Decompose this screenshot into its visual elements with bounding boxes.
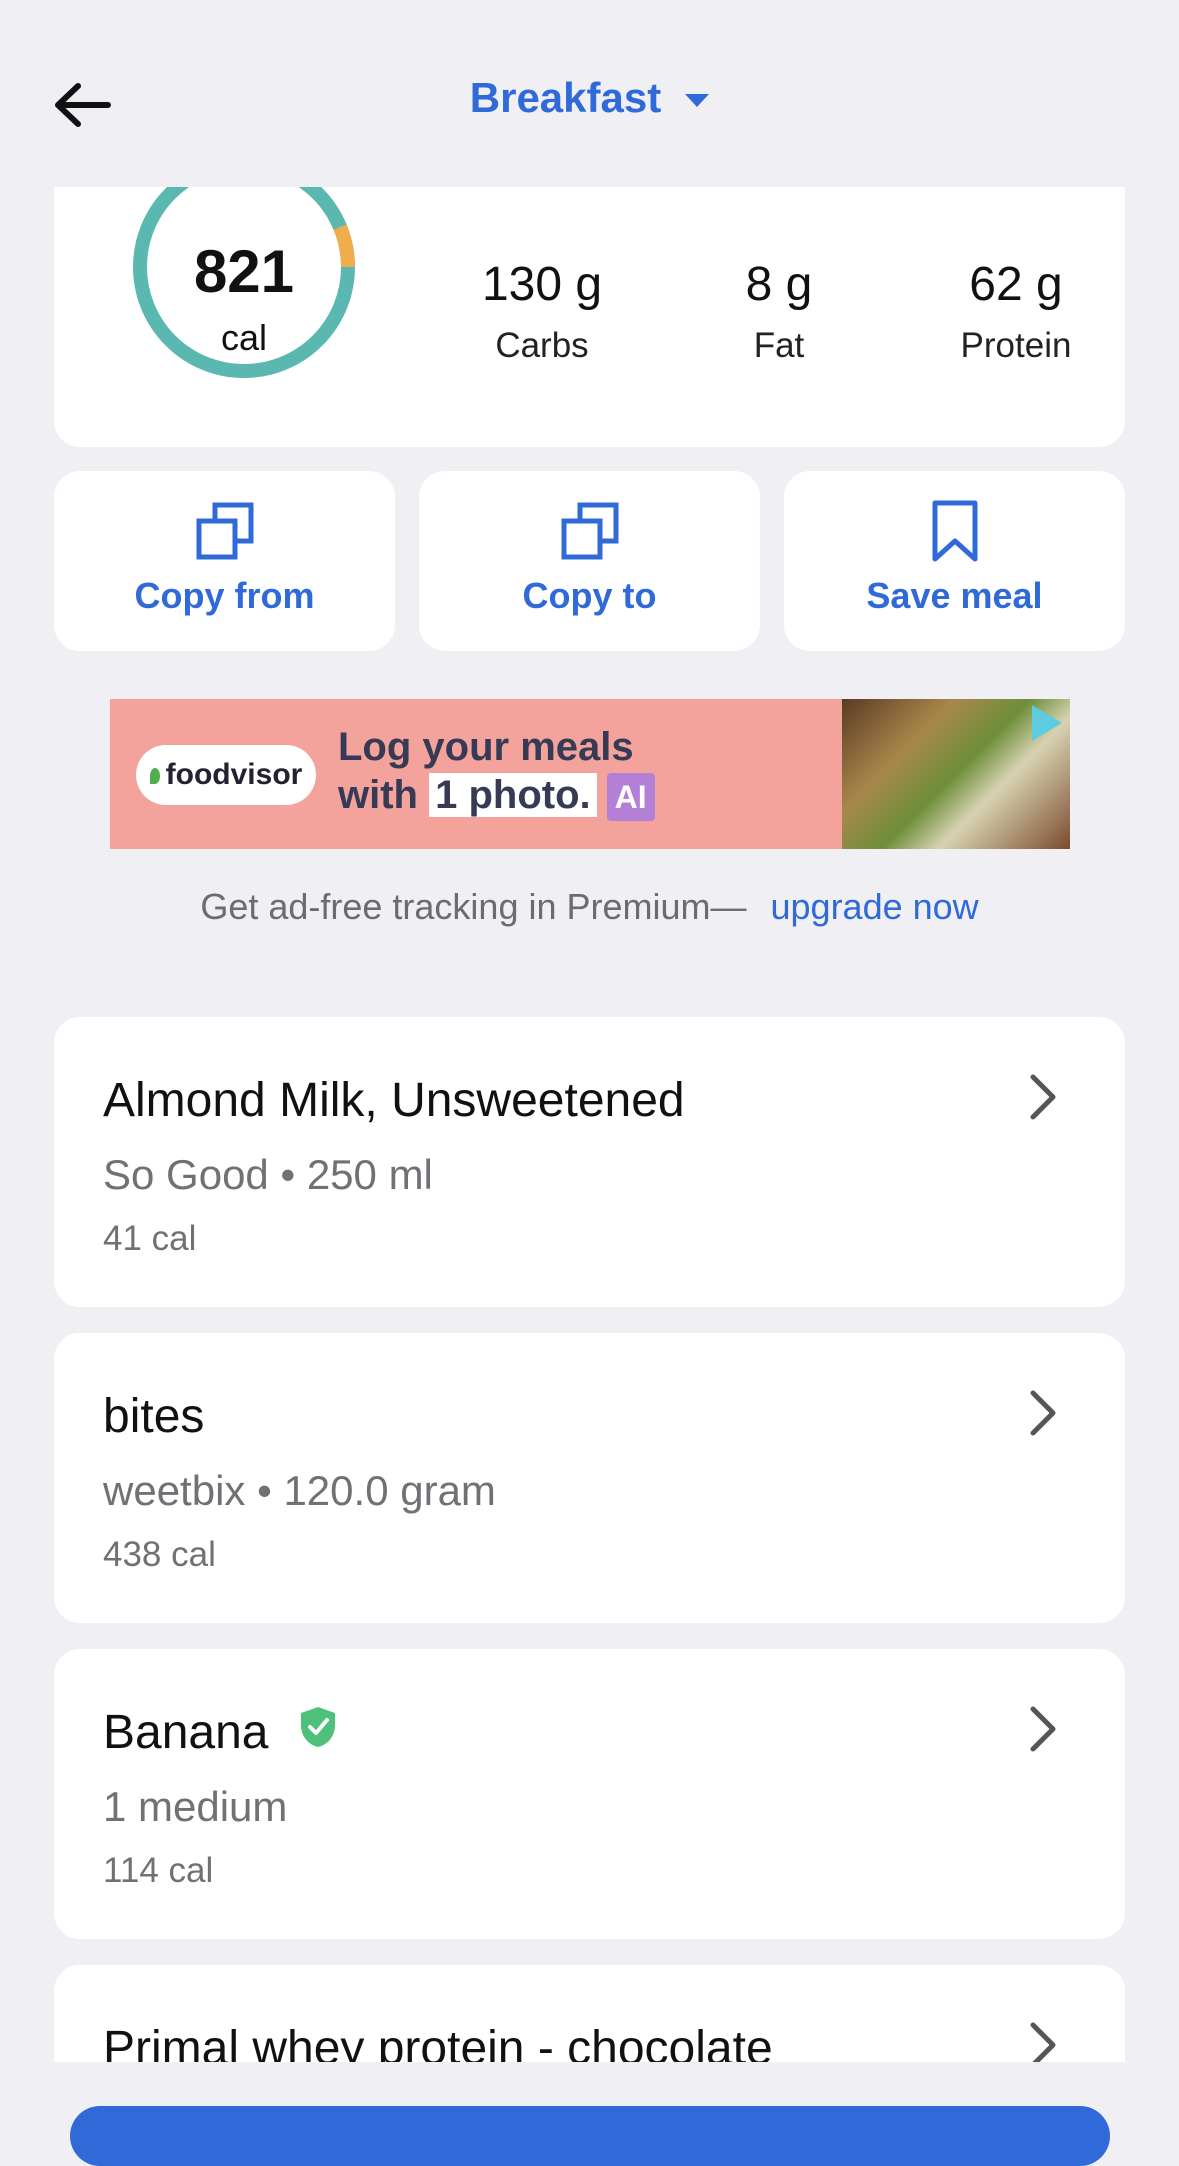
food-calories: 438 cal [103, 1535, 216, 1574]
action-label: Copy to [522, 575, 657, 616]
verified-shield-icon [301, 1707, 335, 1747]
ad-line-2-b: 1 photo. [429, 773, 597, 817]
ad-line-2-a: with [338, 773, 418, 817]
food-name: Primal whey protein - chocolate [103, 2022, 773, 2062]
chevron-right-icon [1030, 1390, 1056, 1436]
action-label: Copy from [134, 575, 315, 616]
macro-label: Protein [960, 326, 1072, 365]
macro-label: Carbs [495, 326, 589, 365]
food-calories: 114 cal [103, 1851, 214, 1890]
ad-brand-logo: foodvisor [136, 745, 316, 805]
page-title: Breakfast [469, 74, 662, 121]
ad-banner[interactable]: foodvisor Log your meals with 1 photo. AI [110, 699, 1070, 849]
bookmark-icon [932, 500, 977, 562]
ad-headline: Log your meals with 1 photo. AI [338, 723, 655, 821]
save-meal-button[interactable]: Save meal [784, 471, 1125, 651]
food-entry[interactable]: Almond Milk, Unsweetened So Good • 250 m… [54, 1017, 1125, 1307]
content-scroll[interactable]: 821 cal 130 g Carbs 8 g Fat 62 g Protein… [0, 187, 1179, 2062]
copy-from-button[interactable]: Copy from [54, 471, 395, 651]
copy-icon [561, 502, 618, 560]
food-name: bites [103, 1390, 205, 1443]
premium-upsell: Get ad-free tracking in Premium— upgrade … [0, 886, 1179, 928]
macro-fat: 8 g Fat [659, 257, 899, 366]
chevron-right-icon [1030, 1706, 1056, 1752]
ad-choices-icon[interactable] [1032, 705, 1062, 741]
food-name: Almond Milk, Unsweetened [103, 1074, 685, 1127]
macro-carbs: 130 g Carbs [422, 257, 662, 366]
food-entry[interactable]: Banana 1 medium 114 cal [54, 1649, 1125, 1939]
chevron-right-icon [1030, 2022, 1056, 2062]
ad-line-2: with 1 photo. AI [338, 771, 655, 821]
nutrition-summary-card: 821 cal 130 g Carbs 8 g Fat 62 g Protein [54, 187, 1125, 447]
food-calories: 41 cal [103, 1219, 197, 1258]
macro-label: Fat [753, 326, 805, 365]
calorie-total: 821 [193, 238, 295, 305]
food-entry[interactable]: Primal whey protein - chocolate [54, 1965, 1125, 2062]
macro-protein: 62 g Protein [896, 257, 1136, 366]
chevron-right-icon [1030, 1074, 1056, 1120]
calorie-unit: cal [220, 317, 268, 358]
primary-action-button[interactable] [70, 2106, 1110, 2166]
meal-selector[interactable]: Breakfast [0, 74, 1179, 122]
food-serving: 1 medium [103, 1783, 288, 1830]
chevron-down-icon [685, 94, 710, 108]
premium-text: Get ad-free tracking in Premium— [200, 886, 747, 927]
ad-ai-badge: AI [606, 773, 655, 821]
food-serving: weetbix • 120.0 gram [103, 1467, 496, 1514]
food-entry[interactable]: bites weetbix • 120.0 gram 438 cal [54, 1333, 1125, 1623]
copy-to-button[interactable]: Copy to [419, 471, 760, 651]
action-label: Save meal [866, 575, 1043, 616]
ad-brand: foodvisor [165, 758, 303, 791]
food-name: Banana [103, 1706, 269, 1759]
food-serving: So Good • 250 ml [103, 1151, 433, 1198]
macro-value: 62 g [969, 258, 1063, 311]
upgrade-now-link[interactable]: upgrade now [771, 886, 979, 927]
header: Breakfast [0, 0, 1179, 187]
ad-line-1: Log your meals [338, 725, 634, 769]
leaf-icon [149, 768, 160, 784]
macro-value: 130 g [481, 258, 603, 311]
copy-icon [196, 502, 253, 560]
macro-value: 8 g [745, 258, 813, 311]
